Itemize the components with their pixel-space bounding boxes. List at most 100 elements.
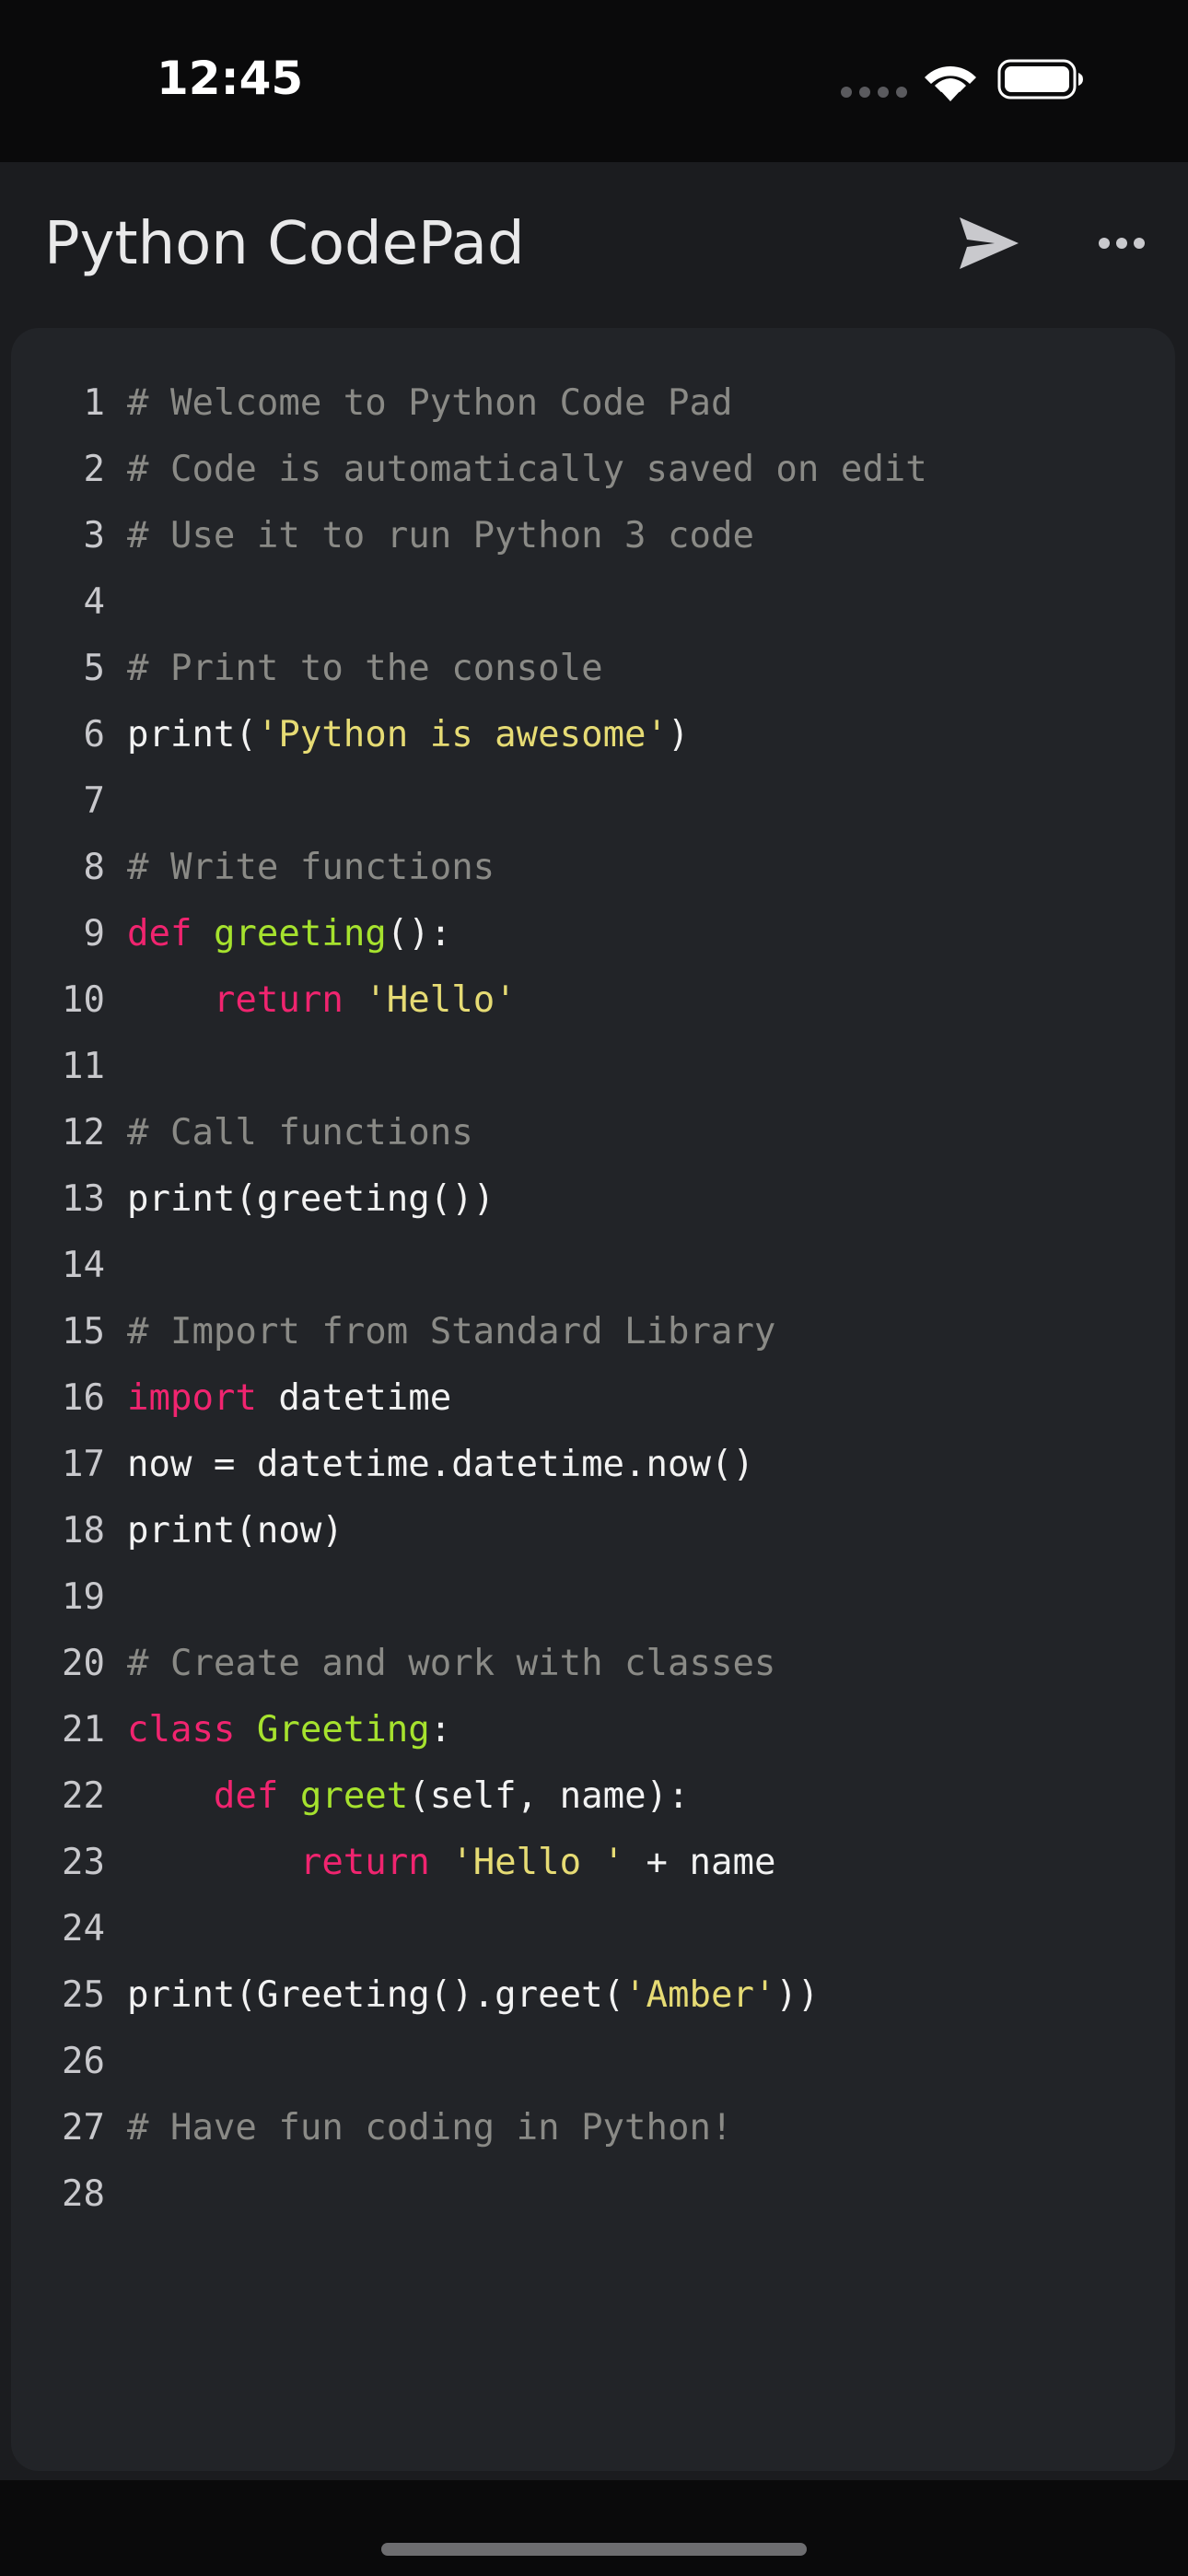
- line-number: 28: [62, 2173, 105, 2215]
- line-text: def greeting():: [127, 901, 451, 967]
- code-line[interactable]: 23 return 'Hello ' + name: [0, 1830, 1188, 1896]
- line-number: 11: [62, 1046, 105, 1087]
- line-number: 17: [62, 1444, 105, 1485]
- code-token-keyword: class: [127, 1709, 236, 1751]
- code-token-comment: # Have fun coding in Python!: [127, 2107, 733, 2149]
- line-number: 1: [83, 382, 105, 424]
- code-line[interactable]: 22 def greet(self, name):: [0, 1763, 1188, 1830]
- code-token-plain: print(now): [127, 1510, 344, 1551]
- code-token-string: 'Hello': [365, 979, 517, 1021]
- code-line[interactable]: 17 now = datetime.datetime.now(): [0, 1432, 1188, 1498]
- code-token-comment: # Welcome to Python Code Pad: [127, 382, 733, 424]
- code-line[interactable]: 24: [0, 1896, 1188, 1962]
- line-number: 3: [83, 515, 105, 556]
- status-time: 12:45: [157, 52, 304, 105]
- line-number: 18: [62, 1510, 105, 1551]
- code-line[interactable]: 21 class Greeting:: [0, 1697, 1188, 1763]
- line-number: 27: [62, 2107, 105, 2149]
- code-token-string: 'Hello ': [451, 1842, 625, 1883]
- code-line[interactable]: 14: [0, 1233, 1188, 1299]
- line-number: 4: [83, 581, 105, 623]
- code-line[interactable]: 27 # Have fun coding in Python!: [0, 2095, 1188, 2161]
- wifi-icon: [925, 66, 976, 101]
- code-token-comment: # Call functions: [127, 1112, 473, 1153]
- line-text: print(greeting()): [127, 1166, 495, 1233]
- line-text: # Create and work with classes: [127, 1631, 775, 1697]
- code-line[interactable]: 12 # Call functions: [0, 1100, 1188, 1166]
- code-token-plain: :: [429, 1709, 452, 1751]
- line-text: # Have fun coding in Python!: [127, 2095, 732, 2161]
- code-token-plain: print(: [127, 714, 257, 755]
- line-text: print(Greeting().greet('Amber')): [127, 1962, 819, 2029]
- code-token-keyword: return: [213, 979, 344, 1021]
- line-text: import datetime: [127, 1365, 451, 1432]
- code-line[interactable]: 2 # Code is automatically saved on edit: [0, 437, 1188, 503]
- line-text: def greet(self, name):: [127, 1763, 690, 1830]
- code-token-comment: # Use it to run Python 3 code: [127, 515, 754, 556]
- code-line[interactable]: 19: [0, 1564, 1188, 1631]
- code-line[interactable]: 4: [0, 569, 1188, 636]
- code-line[interactable]: 7: [0, 768, 1188, 835]
- code-token-plain: now = datetime.datetime.now(): [127, 1444, 754, 1485]
- app-bar: Python CodePad: [0, 162, 1188, 324]
- code-line[interactable]: 11: [0, 1034, 1188, 1100]
- line-text: # Use it to run Python 3 code: [127, 503, 754, 569]
- home-indicator[interactable]: [381, 2543, 807, 2556]
- code-token-keyword: def: [127, 913, 192, 954]
- run-button[interactable]: [950, 205, 1028, 282]
- code-line[interactable]: 5 # Print to the console: [0, 636, 1188, 702]
- code-line[interactable]: 9 def greeting():: [0, 901, 1188, 967]
- line-number: 2: [83, 449, 105, 490]
- line-number: 15: [62, 1311, 105, 1352]
- line-number: 5: [83, 648, 105, 689]
- line-text: # Call functions: [127, 1100, 473, 1166]
- code-line[interactable]: 28: [0, 2161, 1188, 2228]
- line-text: # Code is automatically saved on edit: [127, 437, 927, 503]
- line-number: 6: [83, 714, 105, 755]
- line-number: 21: [62, 1709, 105, 1751]
- line-number: 16: [62, 1377, 105, 1419]
- code-token-plain: print(Greeting().greet(: [127, 1974, 625, 2016]
- status-bar: 12:45: [0, 0, 1188, 162]
- code-line[interactable]: 6 print('Python is awesome'): [0, 702, 1188, 768]
- line-text: # Import from Standard Library: [127, 1299, 775, 1365]
- line-number: 26: [62, 2041, 105, 2082]
- code-token-func: greeting: [213, 913, 387, 954]
- more-options-button[interactable]: [1087, 205, 1157, 282]
- line-number: 8: [83, 847, 105, 888]
- code-line[interactable]: 10 return 'Hello': [0, 967, 1188, 1034]
- send-icon: [960, 217, 1019, 269]
- code-token-comment: # Write functions: [127, 847, 495, 888]
- code-line[interactable]: 1 # Welcome to Python Code Pad: [0, 370, 1188, 437]
- code-lines[interactable]: 1 # Welcome to Python Code Pad 2 # Code is …: [0, 370, 1188, 2228]
- code-line[interactable]: 26: [0, 2029, 1188, 2095]
- code-line[interactable]: 16 import datetime: [0, 1365, 1188, 1432]
- code-line[interactable]: 13 print(greeting()): [0, 1166, 1188, 1233]
- code-token-func: greet: [299, 1775, 409, 1817]
- code-line[interactable]: 15 # Import from Standard Library: [0, 1299, 1188, 1365]
- line-number: 9: [83, 913, 105, 954]
- code-token-plain: ():: [386, 913, 452, 954]
- line-number: 7: [83, 780, 105, 822]
- code-line[interactable]: 3 # Use it to run Python 3 code: [0, 503, 1188, 569]
- page-title: Python CodePad: [44, 210, 525, 278]
- code-line[interactable]: 25 print(Greeting().greet('Amber')): [0, 1962, 1188, 2029]
- line-text: now = datetime.datetime.now(): [127, 1432, 754, 1498]
- line-text: print(now): [127, 1498, 344, 1564]
- code-token-string: 'Python is awesome': [256, 714, 669, 755]
- code-token-keyword: def: [213, 1775, 279, 1817]
- code-token-plain: print(greeting()): [127, 1178, 495, 1220]
- bottom-bar: [0, 2480, 1188, 2576]
- code-line[interactable]: 18 print(now): [0, 1498, 1188, 1564]
- code-line[interactable]: 8 # Write functions: [0, 835, 1188, 901]
- code-line[interactable]: 20 # Create and work with classes: [0, 1631, 1188, 1697]
- code-token-plain: (self, name):: [408, 1775, 690, 1817]
- line-text: return 'Hello ' + name: [127, 1830, 776, 1896]
- line-number: 25: [62, 1974, 105, 2016]
